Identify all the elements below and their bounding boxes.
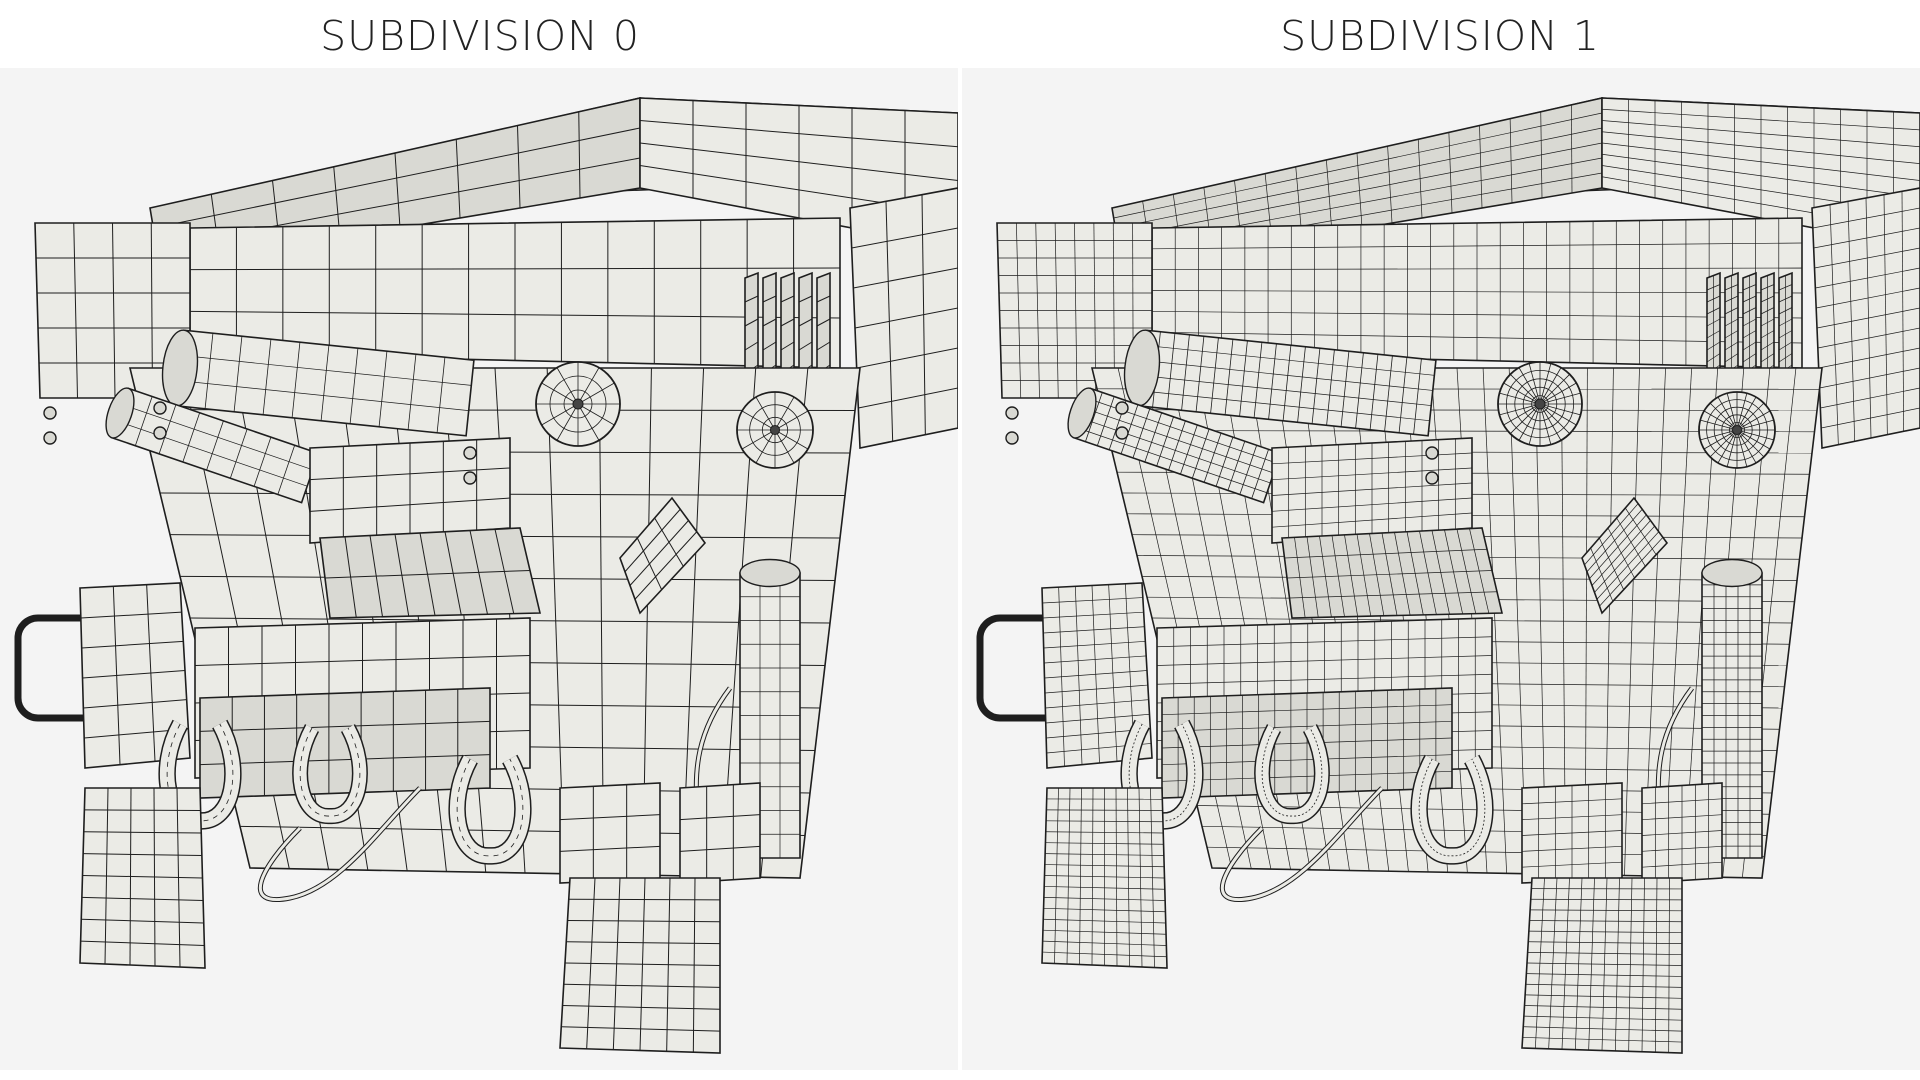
coupling-panel [1161,687,1453,799]
gear-ring [319,527,542,619]
mud-flap-right-face [1521,877,1683,1054]
render-panel-subdivision-1 [962,68,1920,1080]
bolt [463,471,477,485]
bed-side-wall [1811,187,1920,449]
bolt [1005,431,1019,445]
gear-wheel-right-hub [769,424,781,436]
bolt [43,431,57,445]
bolt [1115,401,1129,415]
mud-flap-right [1521,877,1683,1054]
central-pump-block [309,437,511,544]
coupling-panel [199,687,491,799]
panel-title-subdivision-0: SUBDIVISION 0 [320,12,640,60]
socket-box-left [559,782,661,884]
mud-flap-right-grid-v [568,898,721,901]
socket-box-left [1521,782,1623,884]
mud-flap-right [559,877,721,1054]
gear-ring [1281,527,1504,619]
bolt [463,446,477,460]
gear-wheel-center [535,361,621,447]
gear-wheel-right [736,391,814,469]
gear-wheel-center-hub [572,398,584,410]
wireframe-render-subdivision-0 [14,97,958,1054]
vertical-cylinder-right-cap [1701,558,1763,588]
bolt [1005,406,1019,420]
gear-wheel-right [1698,391,1776,469]
gear-ring-face [319,527,542,619]
bolt [43,406,57,420]
gear-ring-face [1281,527,1504,619]
bed-side-wall [849,187,958,449]
socket-box-right [679,782,761,884]
bolt [153,426,167,440]
coupling-panel-face [199,687,491,799]
mud-flap-left [79,787,206,969]
wireframe-render-subdivision-1 [976,97,1920,1054]
mud-flap-left [1041,787,1168,969]
panel-title-subdivision-1: SUBDIVISION 1 [1280,12,1600,60]
bolt [1425,446,1439,460]
bolt [1115,426,1129,440]
gear-wheel-right-hub [1731,424,1743,436]
vertical-cylinder-right-cap [739,558,801,588]
gear-wheel-center [1497,361,1583,447]
bottom-margin [0,1070,1920,1080]
bolt [1425,471,1439,485]
central-pump-block [1271,437,1473,544]
socket-box-left-face [559,782,661,884]
socket-box-right [1641,782,1723,884]
render-panel-subdivision-0 [0,68,958,1080]
bolt [153,401,167,415]
socket-box-right-face [679,782,761,884]
mud-flap-left-grid-v [84,809,201,811]
gear-wheel-center-hub [1534,398,1546,410]
